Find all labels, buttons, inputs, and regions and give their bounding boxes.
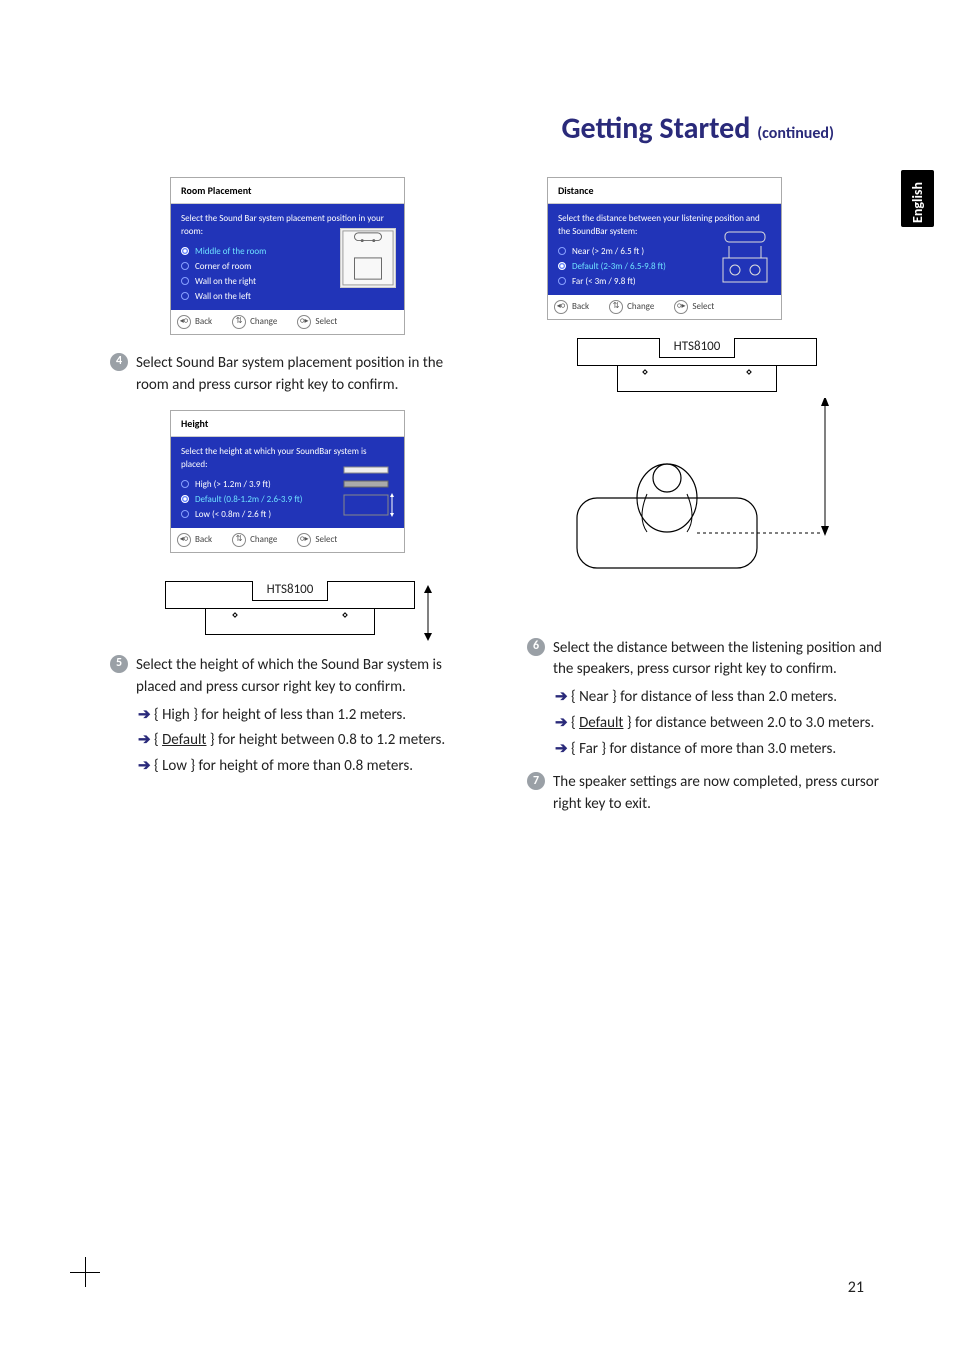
dialog-distance: Distance Select the distance between you… bbox=[547, 177, 782, 320]
soundbar-diagram: HTS8100 bbox=[165, 581, 415, 635]
step-text: Select the distance between the listenin… bbox=[553, 638, 884, 682]
arrow-icon: ➔ bbox=[555, 740, 568, 758]
back-button[interactable]: ◂○Back bbox=[554, 300, 589, 314]
step-7: 7 The speaker settings are now completed… bbox=[527, 772, 884, 816]
language-tab: English bbox=[901, 170, 934, 227]
dialog-title: Distance bbox=[548, 178, 781, 204]
step-6-sub-default: ➔ { Default } for distance between 2.0 t… bbox=[555, 713, 884, 735]
select-button[interactable]: ○▸Select bbox=[297, 533, 337, 547]
back-button[interactable]: ◂○Back bbox=[177, 315, 212, 329]
distance-thumbnail-icon bbox=[717, 228, 773, 288]
radio-icon bbox=[181, 480, 189, 488]
step-number: 7 bbox=[527, 772, 545, 790]
step-text: Select the height of which the Sound Bar… bbox=[136, 655, 467, 699]
change-button[interactable]: ⇅Change bbox=[232, 533, 277, 547]
room-thumbnail-icon bbox=[340, 228, 396, 288]
change-button[interactable]: ⇅Change bbox=[232, 315, 277, 329]
model-label: HTS8100 bbox=[659, 338, 736, 358]
crop-mark-icon bbox=[70, 1257, 100, 1287]
dialog-title: Room Placement bbox=[171, 178, 404, 204]
page-heading: Getting Started (continued) bbox=[110, 110, 884, 147]
step-text: Select Sound Bar system placement positi… bbox=[136, 353, 467, 397]
step-6-sub-far: ➔ { Far } for distance of more than 3.0 … bbox=[555, 739, 884, 761]
page-number: 21 bbox=[848, 1278, 864, 1297]
dialog-height: Height Select the height at which your S… bbox=[170, 410, 405, 553]
arrow-icon: ➔ bbox=[555, 714, 568, 732]
radio-icon bbox=[181, 277, 189, 285]
step-number: 6 bbox=[527, 638, 545, 656]
model-label: HTS8100 bbox=[252, 581, 329, 601]
radio-icon bbox=[181, 495, 189, 503]
heading-main: Getting Started bbox=[561, 110, 750, 147]
step-5-sub-low: ➔ { Low } for height of more than 0.8 me… bbox=[138, 756, 467, 778]
heading-continued: (continued) bbox=[757, 124, 834, 143]
option-wall-left[interactable]: Wall on the left bbox=[181, 289, 394, 304]
radio-icon bbox=[558, 247, 566, 255]
step-5-sub-high: ➔ { High } for height of less than 1.2 m… bbox=[138, 705, 467, 727]
right-arrow-icon: ○▸ bbox=[297, 533, 311, 547]
arrow-icon: ➔ bbox=[138, 757, 151, 775]
step-5: 5 Select the height of which the Sound B… bbox=[110, 655, 467, 699]
left-arrow-icon: ◂○ bbox=[177, 315, 191, 329]
dialog-title: Height bbox=[171, 411, 404, 437]
updown-icon: ⇅ bbox=[232, 533, 246, 547]
arrow-icon: ➔ bbox=[138, 731, 151, 749]
right-arrow-icon: ○▸ bbox=[674, 300, 688, 314]
updown-icon: ⇅ bbox=[232, 315, 246, 329]
radio-icon bbox=[558, 277, 566, 285]
dialog-room-placement: Room Placement Select the Sound Bar syst… bbox=[170, 177, 405, 335]
step-number: 5 bbox=[110, 655, 128, 673]
radio-icon bbox=[558, 262, 566, 270]
back-button[interactable]: ◂○Back bbox=[177, 533, 212, 547]
step-4: 4 Select Sound Bar system placement posi… bbox=[110, 353, 467, 397]
radio-icon bbox=[181, 247, 189, 255]
step-number: 4 bbox=[110, 353, 128, 371]
radio-icon bbox=[181, 510, 189, 518]
left-arrow-icon: ◂○ bbox=[554, 300, 568, 314]
height-arrow-icon bbox=[421, 583, 435, 643]
left-arrow-icon: ◂○ bbox=[177, 533, 191, 547]
radio-icon bbox=[181, 262, 189, 270]
arrow-icon: ➔ bbox=[138, 706, 151, 724]
step-6-sub-near: ➔ { Near } for distance of less than 2.0… bbox=[555, 687, 884, 709]
radio-icon bbox=[181, 292, 189, 300]
select-button[interactable]: ○▸Select bbox=[297, 315, 337, 329]
arrow-icon: ➔ bbox=[555, 688, 568, 706]
change-button[interactable]: ⇅Change bbox=[609, 300, 654, 314]
step-text: The speaker settings are now completed, … bbox=[553, 772, 884, 816]
step-6: 6 Select the distance between the listen… bbox=[527, 638, 884, 682]
updown-icon: ⇅ bbox=[609, 300, 623, 314]
height-thumbnail-icon bbox=[340, 461, 396, 521]
step-5-sub-default: ➔ { Default } for height between 0.8 to … bbox=[138, 730, 467, 752]
distance-diagram: HTS8100 bbox=[547, 338, 847, 608]
select-button[interactable]: ○▸Select bbox=[674, 300, 714, 314]
right-arrow-icon: ○▸ bbox=[297, 315, 311, 329]
